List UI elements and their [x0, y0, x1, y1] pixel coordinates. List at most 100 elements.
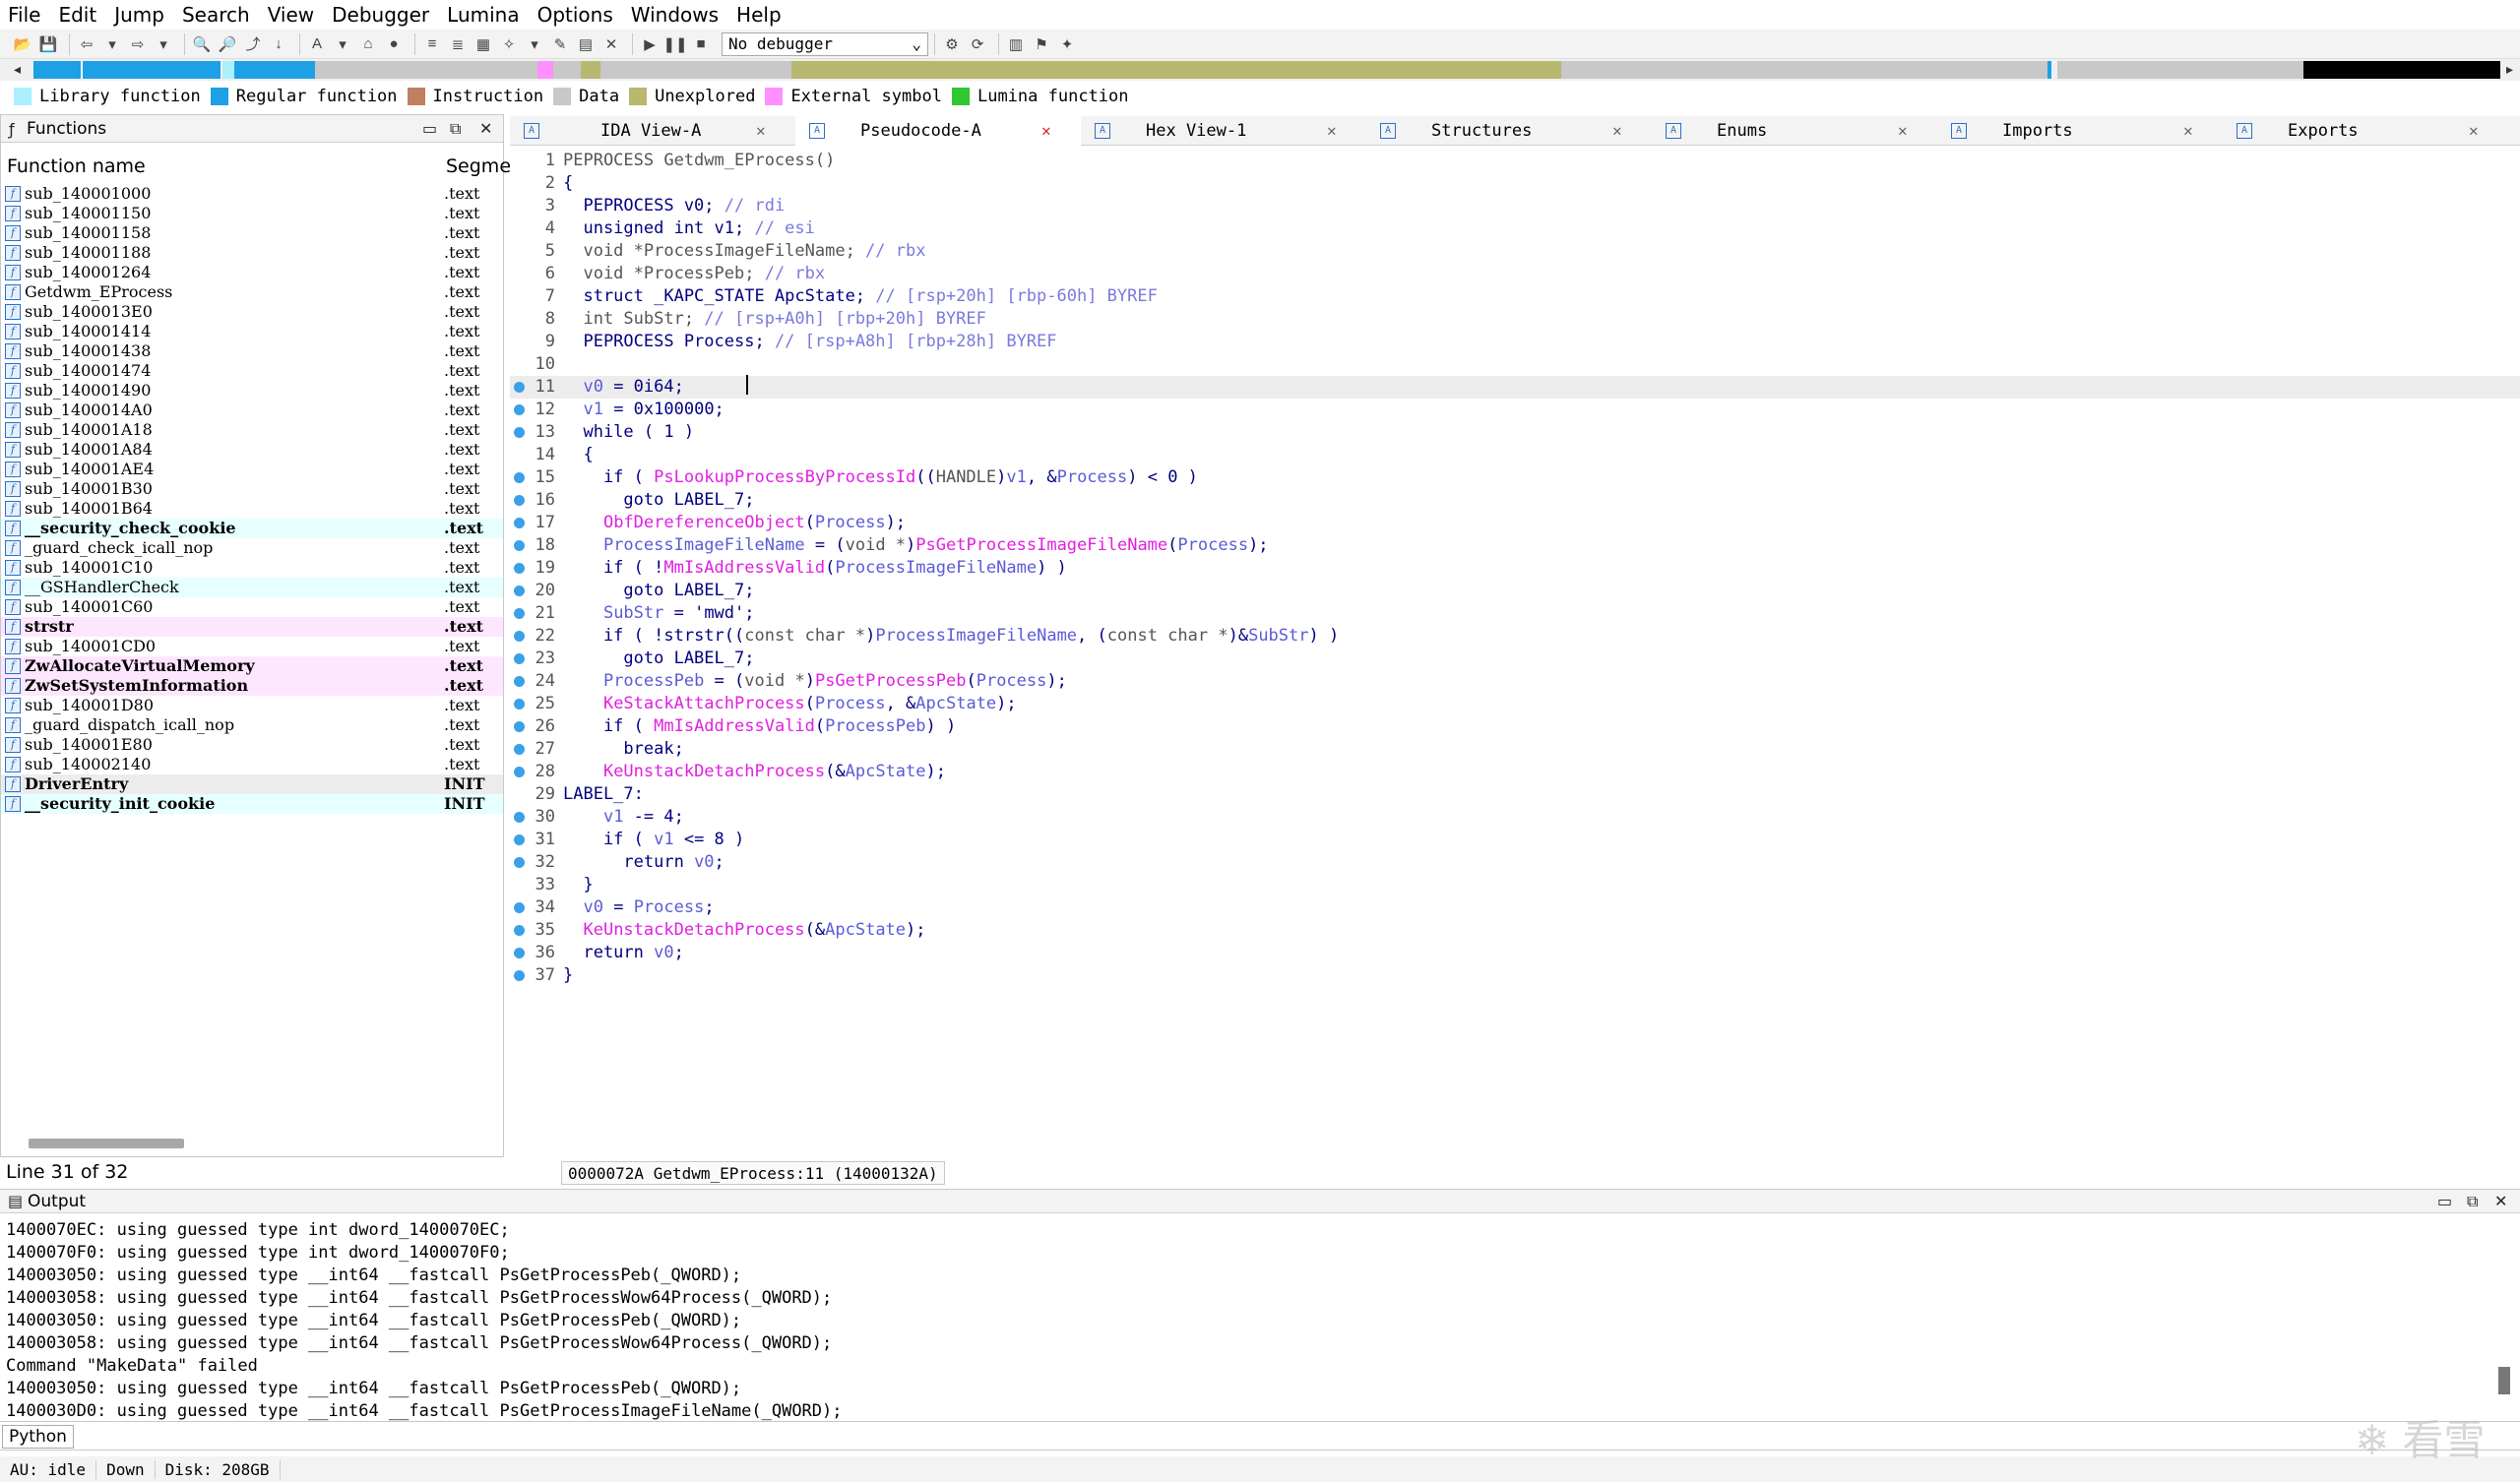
menu-windows[interactable]: Windows: [629, 3, 721, 27]
vertical-scrollbar[interactable]: [2498, 1367, 2510, 1394]
code-line[interactable]: 30 v1 -= 4;: [510, 806, 2520, 829]
code-line[interactable]: 23 goto LABEL_7;: [510, 648, 2520, 670]
close-icon[interactable]: ✕: [2183, 121, 2193, 140]
function-row[interactable]: f ZwSetSystemInformation .text: [1, 676, 503, 696]
code-line[interactable]: 11 v0 = 0i64;: [510, 376, 2520, 399]
chevron-down-icon[interactable]: ▾: [524, 33, 545, 55]
code-line[interactable]: 10: [510, 353, 2520, 376]
segments-icon[interactable]: ▥: [1005, 33, 1027, 55]
function-row[interactable]: f _guard_check_icall_nop .text: [1, 538, 503, 558]
restore-icon[interactable]: ⧉: [2467, 1192, 2478, 1211]
data-icon[interactable]: ≣: [447, 33, 469, 55]
code-line[interactable]: 37}: [510, 964, 2520, 987]
function-row[interactable]: f __security_check_cookie .text: [1, 519, 503, 538]
menu-edit[interactable]: Edit: [56, 3, 98, 27]
code-line[interactable]: 29 LABEL_7:: [510, 783, 2520, 806]
maximize-icon[interactable]: ▭: [2437, 1192, 2452, 1210]
close-icon[interactable]: ✕: [2494, 1192, 2507, 1210]
flag-icon[interactable]: ⚑: [1031, 33, 1052, 55]
code-line[interactable]: 15 if ( PsLookupProcessByProcessId((HAND…: [510, 466, 2520, 489]
function-row[interactable]: f sub_1400014A0 .text: [1, 401, 503, 420]
navigation-band[interactable]: ◂ ▸: [0, 59, 2520, 81]
function-row[interactable]: f strstr .text: [1, 617, 503, 637]
code-icon[interactable]: ≡: [421, 33, 443, 55]
code-line[interactable]: 36 return v0;: [510, 942, 2520, 964]
function-row[interactable]: f sub_140001474 .text: [1, 361, 503, 381]
refresh-icon[interactable]: ⟳: [967, 33, 988, 55]
code-line[interactable]: 28 KeUnstackDetachProcess(&ApcState);: [510, 761, 2520, 783]
code-line[interactable]: 35 KeUnstackDetachProcess(&ApcState);: [510, 919, 2520, 942]
menu-options[interactable]: Options: [536, 3, 615, 27]
horizontal-scrollbar[interactable]: [29, 1139, 184, 1148]
tab-imports[interactable]: A Imports ✕: [1937, 116, 2223, 146]
code-line[interactable]: 21 SubStr = 'mwd';: [510, 602, 2520, 625]
code-line[interactable]: 32 return v0;: [510, 851, 2520, 874]
function-row[interactable]: f sub_140001D80 .text: [1, 696, 503, 715]
code-line[interactable]: 4 unsigned int v1; // esi: [510, 217, 2520, 240]
function-row[interactable]: f sub_140001C60 .text: [1, 597, 503, 617]
chevron-down-icon[interactable]: ▾: [153, 33, 174, 55]
code-line[interactable]: 18 ProcessImageFileName = (void *)PsGetP…: [510, 534, 2520, 557]
function-row[interactable]: f sub_140001438 .text: [1, 341, 503, 361]
tab-ida-view-a[interactable]: A IDA View-A ✕: [510, 116, 795, 146]
function-row[interactable]: f sub_140001150 .text: [1, 204, 503, 223]
array-icon[interactable]: ▦: [472, 33, 494, 55]
menu-search[interactable]: Search: [180, 3, 252, 27]
function-row[interactable]: f sub_140001B30 .text: [1, 479, 503, 499]
code-line[interactable]: 19 if ( !MmIsAddressValid(ProcessImageFi…: [510, 557, 2520, 580]
search-text-icon[interactable]: 🔎: [217, 33, 238, 55]
function-row[interactable]: f __GSHandlerCheck .text: [1, 578, 503, 597]
function-row[interactable]: f sub_1400013E0 .text: [1, 302, 503, 322]
close-icon[interactable]: ✕: [1041, 121, 1051, 140]
search-binary-icon[interactable]: 🔍: [191, 33, 213, 55]
function-row[interactable]: f ZwAllocateVirtualMemory .text: [1, 656, 503, 676]
forward-icon[interactable]: ⇨: [127, 33, 149, 55]
plugin-icon[interactable]: ✦: [1056, 33, 1078, 55]
function-row[interactable]: f sub_140001A84 .text: [1, 440, 503, 460]
close-icon[interactable]: ✕: [600, 33, 622, 55]
tab-pseudocode-a[interactable]: A Pseudocode-A ✕: [795, 116, 1081, 146]
close-icon[interactable]: ✕: [1898, 121, 1908, 140]
python-command-bar[interactable]: Python: [0, 1421, 2520, 1451]
code-line[interactable]: 17 ObfDereferenceObject(Process);: [510, 512, 2520, 534]
lumina-icon[interactable]: ●: [383, 33, 405, 55]
close-icon[interactable]: ✕: [2469, 121, 2479, 140]
code-line[interactable]: 6 void *ProcessPeb; // rbx: [510, 263, 2520, 285]
play-icon[interactable]: ▶: [639, 33, 661, 55]
code-line[interactable]: 24 ProcessPeb = (void *)PsGetProcessPeb(…: [510, 670, 2520, 693]
tab-structures[interactable]: A Structures ✕: [1366, 116, 1652, 146]
function-row[interactable]: f sub_140001264 .text: [1, 263, 503, 282]
struct-icon[interactable]: ✎: [549, 33, 571, 55]
tab-hex-view-1[interactable]: A Hex View-1 ✕: [1081, 116, 1366, 146]
code-line[interactable]: 31 if ( v1 <= 8 ): [510, 829, 2520, 851]
jump-down-icon[interactable]: ↓: [268, 33, 289, 55]
code-line[interactable]: 13 while ( 1 ): [510, 421, 2520, 444]
menu-lumina[interactable]: Lumina: [445, 3, 521, 27]
graph-icon[interactable]: ⌂: [357, 33, 379, 55]
code-line[interactable]: 33 }: [510, 874, 2520, 896]
function-row[interactable]: f sub_140001188 .text: [1, 243, 503, 263]
chevron-left-icon[interactable]: ◂: [14, 61, 21, 78]
menu-debugger[interactable]: Debugger: [330, 3, 431, 27]
menu-help[interactable]: Help: [734, 3, 784, 27]
stop-icon[interactable]: ■: [690, 33, 712, 55]
pause-icon[interactable]: ❚❚: [662, 33, 687, 55]
debugger-select[interactable]: No debugger ⌄: [722, 31, 928, 56]
chevron-down-icon[interactable]: ▾: [101, 33, 123, 55]
function-row[interactable]: f sub_140001A18 .text: [1, 420, 503, 440]
function-row[interactable]: f sub_140001C10 .text: [1, 558, 503, 578]
back-icon[interactable]: ⇦: [76, 33, 97, 55]
code-line[interactable]: 5 void *ProcessImageFileName; // rbx: [510, 240, 2520, 263]
tab-exports[interactable]: A Exports ✕: [2223, 116, 2508, 146]
function-row[interactable]: f sub_140001414 .text: [1, 322, 503, 341]
code-line[interactable]: 34 v0 = Process;: [510, 896, 2520, 919]
tab-enums[interactable]: A Enums ✕: [1652, 116, 1937, 146]
menu-view[interactable]: View: [266, 3, 316, 27]
function-row[interactable]: f sub_140001AE4 .text: [1, 460, 503, 479]
function-row[interactable]: f sub_140001CD0 .text: [1, 637, 503, 656]
function-row[interactable]: f sub_140002140 .text: [1, 755, 503, 774]
enum-icon[interactable]: ▤: [575, 33, 597, 55]
close-icon[interactable]: ✕: [756, 121, 766, 140]
wand-icon[interactable]: ✧: [498, 33, 520, 55]
code-line[interactable]: 16 goto LABEL_7;: [510, 489, 2520, 512]
